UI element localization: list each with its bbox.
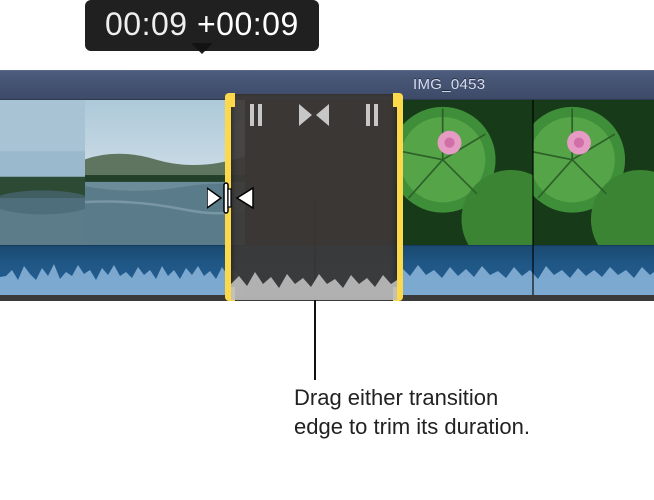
clip-left-thumb-1[interactable] [0,100,85,245]
callout-text: Drag either transition edge to trim its … [294,384,624,441]
duration-tooltip: 00:09 +00:09 [85,0,319,51]
transition-center-icon [297,102,331,128]
transition-clip[interactable] [225,94,403,300]
transition-edge-right-icon [363,102,381,128]
transition-icons-row [231,102,397,128]
tooltip-time: 00:09 [105,6,188,42]
tooltip-delta: +00:09 [197,6,299,42]
clip-right-thumb-2[interactable] [533,100,654,245]
screenshot-root: 00:09 +00:09 IMG_0453 [0,0,654,500]
clip-name-label: IMG_0453 [413,76,485,93]
transition-audio-waveform [231,262,397,300]
clip-divider [532,100,534,295]
clip-left-thumb-2[interactable] [85,100,245,245]
clip-right-thumb-1[interactable] [395,100,533,245]
transition-edge-left-icon [247,102,265,128]
